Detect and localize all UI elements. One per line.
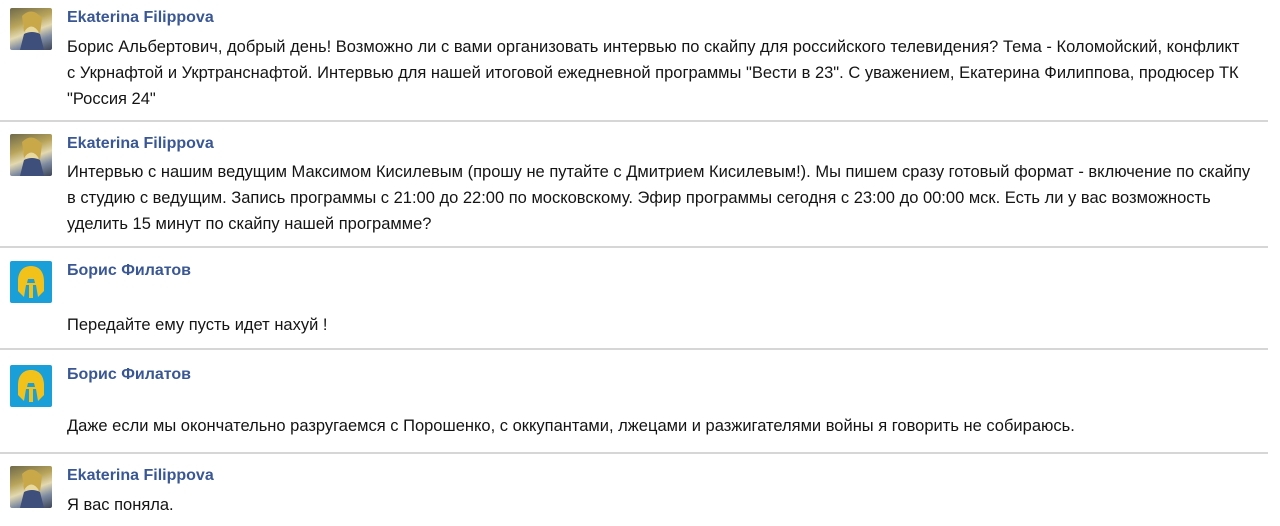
- message-text: Я вас поняла.: [67, 496, 174, 514]
- message-item: Борис Филатов Даже если мы окончательно …: [0, 350, 1280, 452]
- message-item: Ekaterina Filippova Борис Альбертович, д…: [0, 0, 1280, 120]
- message-text: Интервью с нашим ведущим Максимом Кисиле…: [67, 163, 1251, 233]
- message-text: Передайте ему пусть идет нахуй !: [67, 316, 328, 334]
- message-thread: Ekaterina Filippova Борис Альбертович, д…: [0, 0, 1280, 526]
- author-name[interactable]: Борис Филатов: [67, 262, 191, 280]
- message-text: Борис Альбертович, добрый день! Возможно…: [67, 38, 1240, 108]
- author-name[interactable]: Борис Филатов: [67, 366, 191, 384]
- spartan-helmet-avatar[interactable]: [10, 365, 52, 407]
- author-name[interactable]: Ekaterina Filippova: [67, 9, 214, 27]
- message-item: Ekaterina Filippova Интервью с нашим вед…: [0, 122, 1280, 246]
- photo-avatar[interactable]: [10, 134, 52, 176]
- photo-avatar[interactable]: [10, 466, 52, 508]
- author-name[interactable]: Ekaterina Filippova: [67, 135, 214, 153]
- author-name[interactable]: Ekaterina Filippova: [67, 467, 214, 485]
- spartan-helmet-avatar[interactable]: [10, 261, 52, 303]
- message-item: Борис Филатов Передайте ему пусть идет н…: [0, 248, 1280, 348]
- message-item: Ekaterina Filippova Я вас поняла.: [0, 454, 1280, 526]
- photo-avatar[interactable]: [10, 8, 52, 50]
- message-text: Даже если мы окончательно разругаемся с …: [67, 417, 1075, 435]
